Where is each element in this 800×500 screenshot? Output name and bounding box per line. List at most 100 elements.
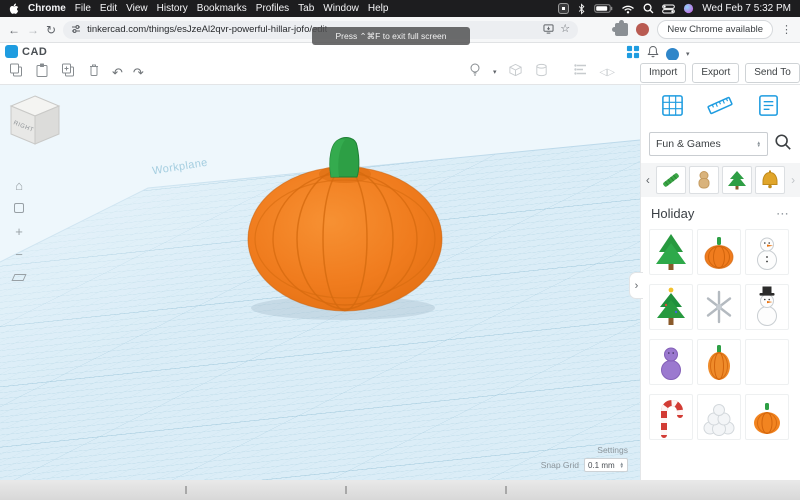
snap-grid-select[interactable]: 0.1 mm ▲▼ xyxy=(584,458,628,472)
bluetooth-icon[interactable] xyxy=(577,3,586,15)
show-all-bulb-icon[interactable] xyxy=(468,62,482,83)
shape-tile-round-pumpkin[interactable] xyxy=(745,394,789,440)
category-select-spinner-icon: ▲▼ xyxy=(757,141,761,148)
workplane-helper-icon[interactable] xyxy=(660,93,685,123)
control-center-icon[interactable] xyxy=(662,4,675,14)
bulb-caret-icon[interactable]: ▾ xyxy=(493,68,497,76)
zoom-in-icon[interactable]: + xyxy=(10,223,28,239)
paste-icon[interactable] xyxy=(34,62,50,83)
menu-bookmarks[interactable]: Bookmarks xyxy=(197,3,247,14)
copy-icon[interactable] xyxy=(8,62,24,83)
shape-tile-tall-pumpkin[interactable] xyxy=(697,339,741,385)
omnibox-actions: ☆ xyxy=(543,21,570,39)
menu-window[interactable]: Window xyxy=(323,3,359,14)
profile-avatar[interactable] xyxy=(636,23,649,36)
panel-mode-icons xyxy=(641,85,800,127)
shape-tile-candy-cane[interactable] xyxy=(649,394,693,440)
recent-shapes-scroller: ‹ › xyxy=(641,163,800,197)
shape-tile-decorated-tree[interactable] xyxy=(649,284,693,330)
tinkercad-logo-text[interactable]: CAD xyxy=(22,46,47,58)
shape-tile-snowballs[interactable] xyxy=(697,394,741,440)
shape-tile-empty[interactable] xyxy=(745,339,789,385)
purple-snowman-icon xyxy=(651,340,691,384)
category-select-value: Fun & Games xyxy=(656,138,721,150)
import-button[interactable]: Import xyxy=(640,63,686,83)
panel-collapse-toggle[interactable]: › xyxy=(629,272,643,299)
workplane-tool-icon[interactable] xyxy=(10,269,28,285)
pumpkin-model[interactable] xyxy=(227,119,467,329)
menu-profiles[interactable]: Profiles xyxy=(256,3,289,14)
menu-file[interactable]: File xyxy=(75,3,91,14)
redo-icon[interactable]: ↷ xyxy=(133,66,144,79)
spotlight-search-icon[interactable] xyxy=(643,3,654,14)
back-icon[interactable]: ← xyxy=(8,24,20,36)
category-select[interactable]: Fun & Games ▲▼ xyxy=(649,132,768,156)
tinkercad-logo-icon[interactable] xyxy=(5,45,18,58)
shape-section-header: Holiday ⋯ xyxy=(641,197,800,224)
shape-tile-pumpkin[interactable] xyxy=(697,229,741,275)
undo-icon[interactable]: ↶ xyxy=(112,66,123,79)
reload-icon[interactable]: ↻ xyxy=(46,24,56,36)
shape-tile-snowman-with-hat[interactable] xyxy=(745,284,789,330)
shape-panel: Fun & Games ▲▼ ‹ › Holiday ⋯ xyxy=(640,85,800,480)
duplicate-icon[interactable] xyxy=(60,62,76,83)
hidden-cylinder-icon[interactable] xyxy=(534,62,549,83)
notes-icon[interactable] xyxy=(756,93,781,123)
align-icon[interactable] xyxy=(574,62,589,82)
mirror-icon[interactable]: ◁▷ xyxy=(600,67,615,78)
view-cube[interactable]: RIGHT xyxy=(8,93,62,149)
search-icon[interactable] xyxy=(774,133,792,156)
menu-help[interactable]: Help xyxy=(368,3,389,14)
snowman-icon xyxy=(747,230,787,274)
hidden-shape-icon[interactable] xyxy=(508,62,523,83)
menu-view[interactable]: View xyxy=(126,3,148,14)
chrome-update-chip[interactable]: New Chrome available xyxy=(657,20,773,39)
wifi-icon[interactable] xyxy=(621,3,635,14)
bookmark-star-icon[interactable]: ☆ xyxy=(560,24,570,35)
shape-card-gingerbread[interactable] xyxy=(689,166,719,194)
scroller-right-icon[interactable]: › xyxy=(788,174,798,186)
siri-icon[interactable] xyxy=(683,3,694,14)
battery-icon[interactable] xyxy=(594,3,613,14)
dock-divider xyxy=(505,486,507,494)
menu-history[interactable]: History xyxy=(157,3,188,14)
forward-icon[interactable]: → xyxy=(27,24,39,36)
shape-tile-snowman[interactable] xyxy=(745,229,789,275)
account-caret-icon[interactable]: ▾ xyxy=(686,50,690,58)
decorated-tree-icon xyxy=(651,285,691,329)
settings-label[interactable]: Settings xyxy=(541,445,628,455)
shape-tile-christmas-tree[interactable] xyxy=(649,229,693,275)
screen-record-icon[interactable] xyxy=(558,3,569,14)
menu-tab[interactable]: Tab xyxy=(298,3,314,14)
scroller-left-icon[interactable]: ‹ xyxy=(643,174,653,186)
zoom-out-icon[interactable]: − xyxy=(10,246,28,262)
viewport-3d[interactable]: Workplane RIGHT ⌂ + − xyxy=(0,85,640,480)
home-view-icon[interactable]: ⌂ xyxy=(10,177,28,193)
chrome-menu-icon[interactable]: ⋮ xyxy=(781,23,792,36)
export-button[interactable]: Export xyxy=(692,63,739,83)
snap-grid-spinner-icon[interactable]: ▲▼ xyxy=(620,462,624,469)
edit-tools: ↶ ↷ xyxy=(8,60,144,84)
shape-card-green-screw[interactable] xyxy=(656,166,686,194)
send-to-button[interactable]: Send To xyxy=(745,63,800,83)
shape-card-small-tree[interactable] xyxy=(722,166,752,194)
menu-chrome[interactable]: Chrome xyxy=(28,3,66,14)
apple-logo-icon[interactable] xyxy=(9,3,19,15)
user-avatar[interactable] xyxy=(666,48,679,61)
shape-card-gold-bell[interactable] xyxy=(755,166,785,194)
shape-tile-snowflake[interactable] xyxy=(697,284,741,330)
ruler-helper-icon[interactable] xyxy=(707,93,733,123)
fit-view-icon[interactable] xyxy=(10,200,28,216)
snap-grid-label: Snap Grid xyxy=(541,460,579,470)
shape-tile-purple-snowman[interactable] xyxy=(649,339,693,385)
install-app-icon[interactable] xyxy=(543,21,554,39)
dock-divider xyxy=(345,486,347,494)
delete-icon[interactable] xyxy=(86,62,102,83)
design-actions: Import Export Send To xyxy=(640,63,800,83)
menu-edit[interactable]: Edit xyxy=(100,3,117,14)
site-settings-icon[interactable] xyxy=(71,21,81,39)
section-menu-icon[interactable]: ⋯ xyxy=(776,207,790,220)
menu-bar-clock[interactable]: Wed Feb 7 5:32 PM xyxy=(702,3,791,14)
url-text[interactable]: tinkercad.com/things/esJzeAl2qvr-powerfu… xyxy=(87,24,327,35)
extensions-puzzle-icon[interactable] xyxy=(615,23,628,36)
